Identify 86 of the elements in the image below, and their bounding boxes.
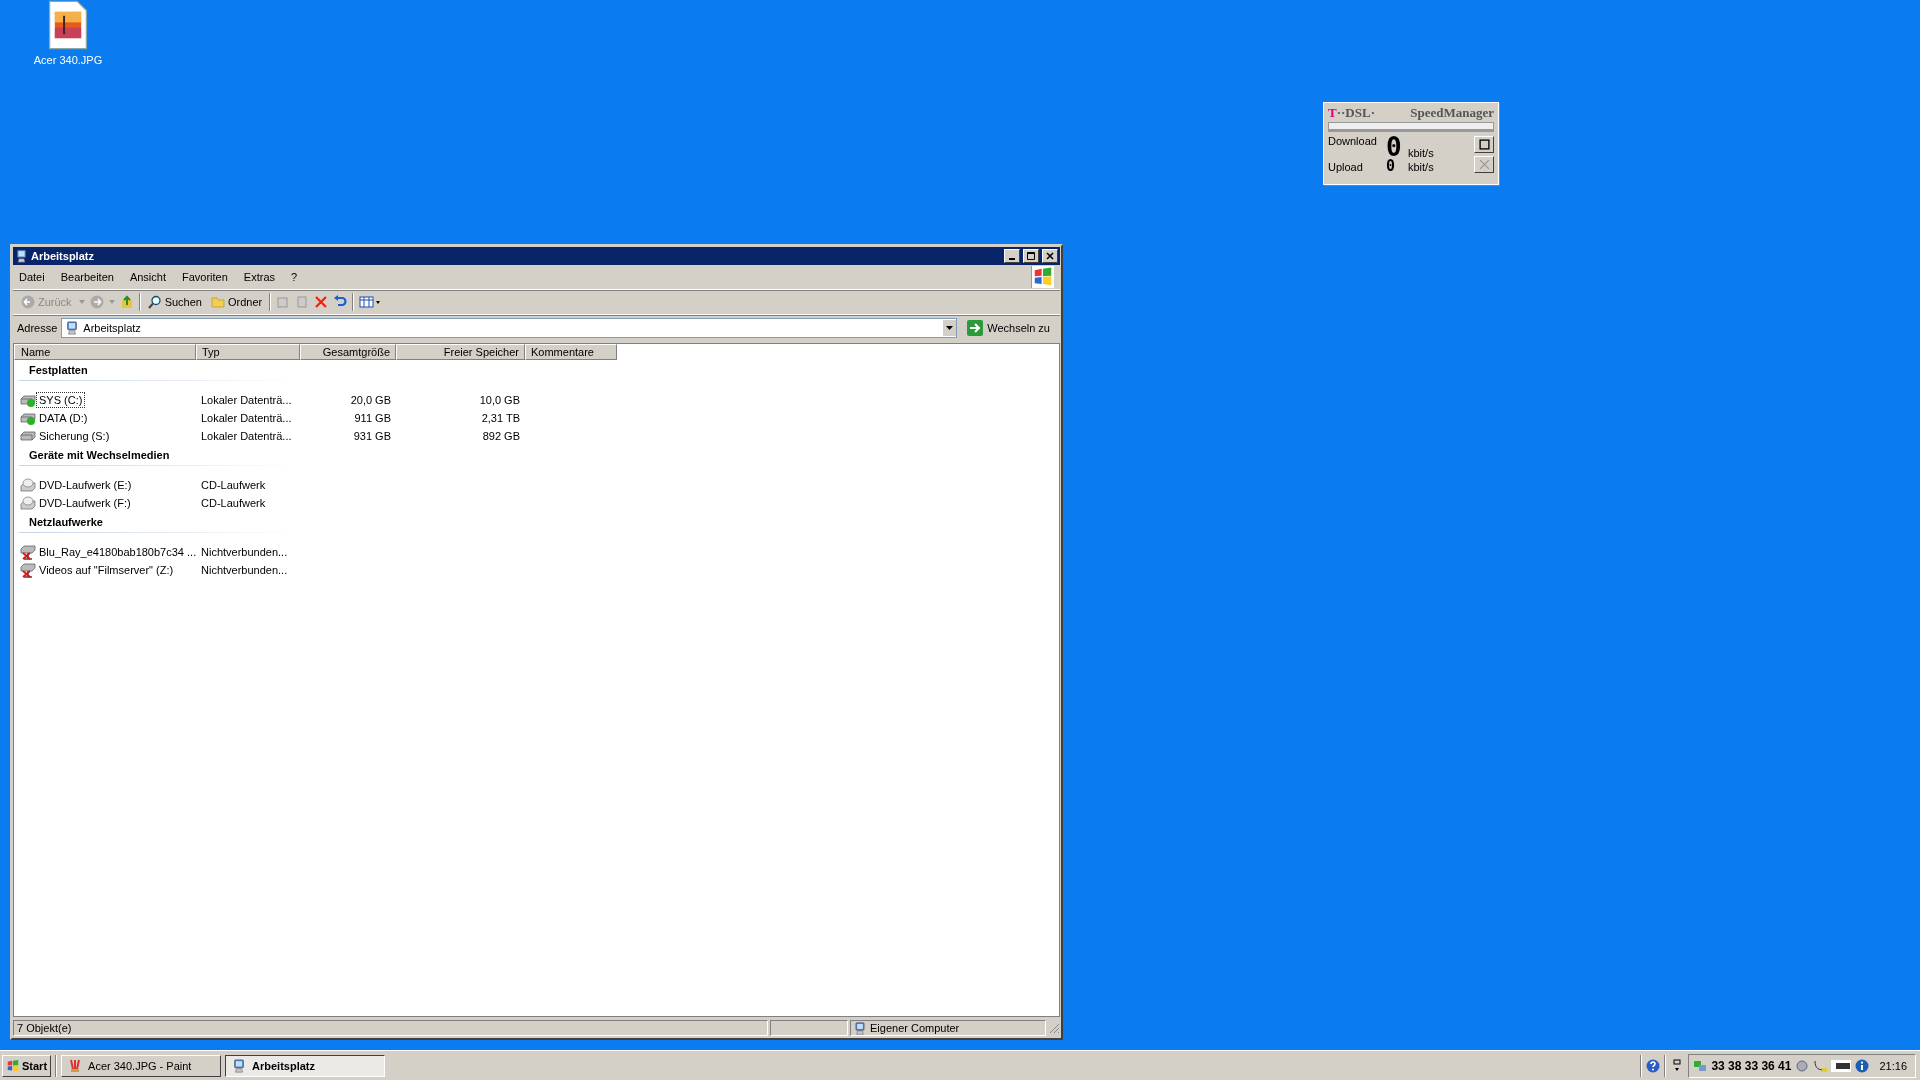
type-cell-text: Lokaler Datenträ... xyxy=(200,412,293,424)
menu-item[interactable]: Favoriten xyxy=(182,271,228,283)
type-cell-text: CD-Laufwerk xyxy=(200,479,267,491)
drive-name[interactable]: DVD-Laufwerk (F:) xyxy=(36,495,134,511)
help-icon[interactable] xyxy=(1646,1058,1661,1073)
window-title: Arbeitsplatz xyxy=(31,250,94,262)
view-grid-icon[interactable] xyxy=(359,295,382,309)
free-space-cell-text: 2,31 TB xyxy=(480,412,521,424)
image-file-icon[interactable] xyxy=(48,0,88,50)
brand-label: T··DSL· xyxy=(1328,105,1375,121)
close-button[interactable] xyxy=(1042,249,1058,263)
column-header[interactable]: Freier Speicher xyxy=(396,344,525,360)
zone-label: Eigener Computer xyxy=(870,1022,960,1034)
download-value: 0 xyxy=(1386,135,1403,159)
resize-grip-icon[interactable] xyxy=(1048,1022,1060,1034)
size-cell-text: 931 GB xyxy=(352,430,392,442)
tray-counter: 33 38 33 36 41 xyxy=(1711,1058,1792,1073)
close-icon xyxy=(1046,252,1054,260)
clock: 21:16 xyxy=(1879,1059,1907,1072)
computer-icon xyxy=(15,249,28,263)
minimize-button[interactable] xyxy=(1004,249,1020,263)
close-button[interactable] xyxy=(1474,156,1494,173)
maximize-button[interactable] xyxy=(1023,249,1039,263)
dsl-icon[interactable] xyxy=(1831,1059,1852,1072)
maximize-icon xyxy=(1027,252,1035,260)
menu-item[interactable]: Datei xyxy=(19,271,45,283)
column-header[interactable]: Name xyxy=(14,344,196,360)
computer-icon xyxy=(65,321,80,335)
windows-logo-icon xyxy=(6,1058,20,1073)
drive-name[interactable]: SYS (C:) xyxy=(36,392,86,408)
column-header[interactable]: Typ xyxy=(196,344,300,360)
type-cell-text: Nichtverbunden... xyxy=(200,546,289,558)
free-space-cell-text: 892 GB xyxy=(481,430,521,442)
window-button[interactable] xyxy=(1474,136,1494,153)
group-header: Festplatten xyxy=(19,360,299,381)
unit-label: kbit/s xyxy=(1408,161,1434,173)
column-header[interactable]: Gesamtgröße xyxy=(300,344,396,360)
computer-icon xyxy=(854,1021,866,1035)
computer-icon xyxy=(232,1058,247,1073)
type-cell-text: Lokaler Datenträ... xyxy=(200,430,293,442)
type-cell-text: Lokaler Datenträ... xyxy=(200,394,293,406)
undo-icon[interactable] xyxy=(333,295,348,309)
taskbar-button[interactable]: Acer 340.JPG - Paint xyxy=(61,1054,222,1077)
address-field[interactable]: Arbeitsplatz xyxy=(61,318,958,338)
cable-icon[interactable] xyxy=(1813,1058,1828,1073)
status-text: 7 Objekt(e) xyxy=(13,1020,768,1036)
drive-name[interactable]: Sicherung (S:) xyxy=(36,428,113,444)
drive-name[interactable]: DATA (D:) xyxy=(36,410,91,426)
go-button[interactable]: Wechseln zu xyxy=(961,320,1056,336)
search-icon xyxy=(147,295,162,309)
paint-brush-icon xyxy=(68,1058,83,1073)
start-button[interactable]: Start xyxy=(2,1054,52,1077)
menu-item[interactable]: Ansicht xyxy=(129,271,166,283)
file-label[interactable]: Acer 340.JPG xyxy=(33,54,103,66)
info-icon[interactable] xyxy=(1855,1058,1870,1073)
upload-value: 0 xyxy=(1386,159,1397,173)
upload-label: Upload xyxy=(1328,161,1364,173)
forward-arrow-icon[interactable] xyxy=(89,295,104,309)
type-cell-text: Nichtverbunden... xyxy=(200,564,289,576)
delete-icon[interactable] xyxy=(314,295,329,309)
close-icon xyxy=(1478,159,1490,170)
size-cell-text: 911 GB xyxy=(353,412,392,424)
search-button[interactable]: Suchen xyxy=(145,295,204,309)
menu-item[interactable]: ? xyxy=(291,271,298,283)
size-cell-text: 20,0 GB xyxy=(349,394,392,406)
dropdown-icon[interactable] xyxy=(943,320,957,336)
unit-label: kbit/s xyxy=(1408,147,1434,159)
menu-item[interactable]: Bearbeiten xyxy=(60,271,114,283)
drive-name[interactable]: Blu_Ray_e4180bab180b7c34 ... xyxy=(36,544,200,560)
address-label: Adresse xyxy=(17,322,58,334)
group-header: Netzlaufwerke xyxy=(19,512,299,533)
widget-title: SpeedManager xyxy=(1410,105,1494,121)
folders-button[interactable]: Ordner xyxy=(208,295,265,309)
menu-item[interactable]: Extras xyxy=(243,271,276,283)
folder-icon xyxy=(210,295,225,309)
download-label: Download xyxy=(1328,135,1378,147)
free-space-cell-text: 10,0 GB xyxy=(478,394,521,406)
type-cell-text: CD-Laufwerk xyxy=(200,497,267,509)
folder-up-icon[interactable] xyxy=(119,295,134,309)
taskbar-button[interactable]: Arbeitsplatz xyxy=(225,1054,386,1077)
square-icon xyxy=(1478,139,1490,150)
drive-name[interactable]: Videos auf "Filmserver" (Z:) xyxy=(36,562,177,578)
drive-name[interactable]: DVD-Laufwerk (E:) xyxy=(36,477,135,493)
group-header: Geräte mit Wechselmedien xyxy=(19,445,299,466)
column-header[interactable]: Kommentare xyxy=(525,344,617,360)
arrow-icon xyxy=(967,320,984,336)
